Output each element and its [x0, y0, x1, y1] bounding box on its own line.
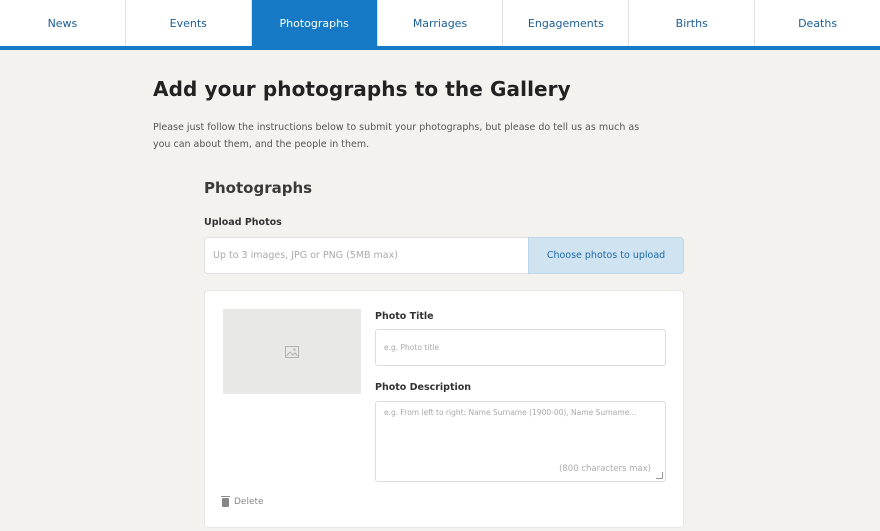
section-tabs: News Events Photographs Marriages Engage…	[0, 0, 880, 50]
upload-photos-field[interactable]: Up to 3 images, JPG or PNG (5MB max)	[204, 237, 528, 274]
page-title: Add your photographs to the Gallery	[153, 77, 571, 101]
image-placeholder-icon	[285, 345, 299, 358]
photo-description-label: Photo Description	[375, 382, 472, 393]
delete-label: Delete	[234, 497, 264, 507]
trash-icon	[221, 495, 230, 507]
tab-deaths[interactable]: Deaths	[755, 0, 880, 46]
photo-title-input[interactable]: e.g. Photo title	[375, 329, 666, 366]
photo-card: Photo Title e.g. Photo title Photo Descr…	[204, 290, 684, 528]
tab-news[interactable]: News	[0, 0, 126, 46]
tab-photographs[interactable]: Photographs	[251, 0, 378, 46]
tab-births[interactable]: Births	[629, 0, 756, 46]
photographs-section-title: Photographs	[204, 179, 313, 197]
delete-photo-button[interactable]: Delete	[221, 495, 264, 507]
tab-engagements[interactable]: Engagements	[503, 0, 630, 46]
photo-description-textarea[interactable]: e.g. From left to right: Name Surname (1…	[375, 401, 666, 482]
intro-text: Please just follow the instructions belo…	[153, 122, 640, 150]
description-char-counter: (800 characters max)	[559, 464, 651, 474]
photo-title-label: Photo Title	[375, 311, 434, 322]
textarea-resize-handle[interactable]	[656, 472, 663, 479]
tab-marriages[interactable]: Marriages	[378, 0, 504, 46]
photo-title-placeholder: e.g. Photo title	[384, 343, 439, 352]
choose-photos-button[interactable]: Choose photos to upload	[528, 237, 684, 274]
tab-events[interactable]: Events	[126, 0, 252, 46]
upload-photos-placeholder: Up to 3 images, JPG or PNG (5MB max)	[213, 250, 398, 261]
photo-description-placeholder: e.g. From left to right: Name Surname (1…	[384, 408, 637, 417]
photo-thumbnail	[223, 309, 361, 394]
upload-photos-label: Upload Photos	[204, 217, 282, 228]
